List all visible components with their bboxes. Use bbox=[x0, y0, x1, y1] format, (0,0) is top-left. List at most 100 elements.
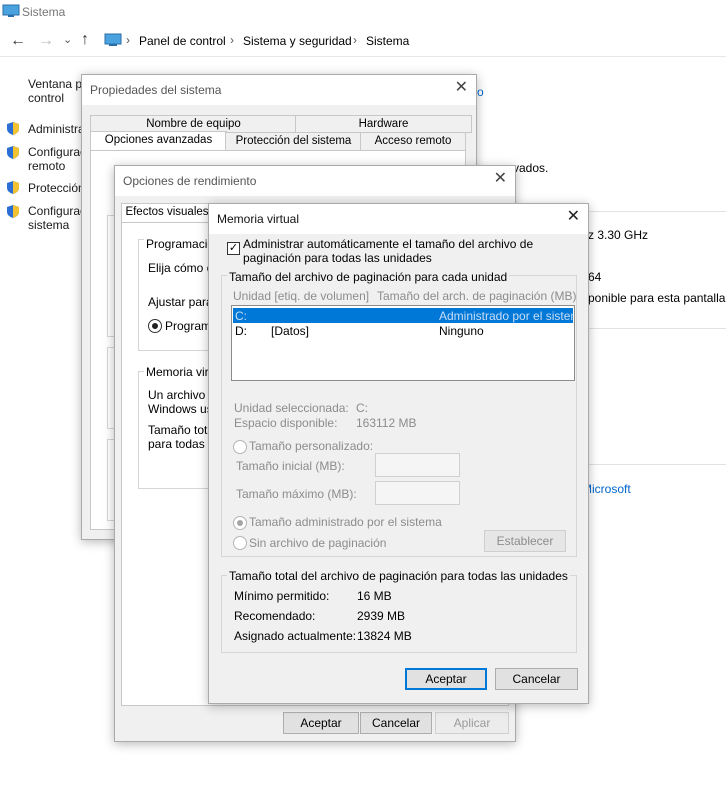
tab-hardware[interactable]: Hardware bbox=[295, 115, 472, 133]
max-size-input[interactable] bbox=[375, 481, 460, 505]
forward-arrow-icon[interactable]: → bbox=[38, 32, 54, 50]
shield-icon bbox=[7, 122, 19, 135]
tab-label: Nombre de equipo bbox=[146, 118, 241, 130]
system-managed-radio[interactable] bbox=[233, 516, 247, 530]
recommended-value: 2939 MB bbox=[357, 609, 406, 623]
shield-icon bbox=[7, 205, 19, 218]
processor-speed: z 3.30 GHz bbox=[588, 228, 649, 242]
dialog-title: Propiedades del sistema bbox=[90, 83, 222, 97]
adjust-for-label: Ajustar para bbox=[148, 295, 213, 309]
drive-paging-size: Administrado por el sistema bbox=[439, 309, 575, 323]
breadcrumb-item[interactable]: Panel de control bbox=[139, 34, 226, 48]
up-arrow-icon[interactable]: ↑ bbox=[81, 31, 89, 49]
initial-size-input[interactable] bbox=[375, 453, 460, 477]
sidebar-item-remote-settings[interactable]: remoto bbox=[28, 159, 65, 173]
currently-allocated-label: Asignado actualmente: bbox=[234, 629, 357, 643]
drive-letter: C: bbox=[235, 309, 247, 323]
tab-system-protection[interactable]: Protección del sistema bbox=[225, 132, 362, 151]
window-title: Sistema bbox=[22, 5, 66, 19]
tab-label: Opciones avanzadas bbox=[104, 134, 213, 146]
breadcrumb-separator-icon: › bbox=[126, 33, 130, 47]
user-profiles-group bbox=[107, 347, 114, 429]
drive-label: [Datos] bbox=[271, 324, 310, 338]
divider bbox=[588, 328, 726, 329]
close-icon[interactable]: ✕ bbox=[455, 80, 468, 96]
virtual-memory-total: Tamaño total bbox=[148, 423, 217, 437]
custom-size-radio[interactable] bbox=[233, 440, 247, 454]
virtual-memory-description: Windows us bbox=[148, 402, 213, 416]
virtual-memory-dialog: Memoria virtual ✕ ✓ Administrar automáti… bbox=[208, 203, 589, 704]
auto-manage-checkbox[interactable]: ✓ bbox=[227, 242, 240, 255]
available-space-value: 163112 MB bbox=[356, 416, 417, 430]
sidebar-item-system-protection[interactable]: Protección bbox=[28, 181, 85, 195]
programs-radio[interactable] bbox=[148, 319, 162, 333]
divider bbox=[0, 56, 726, 57]
drive-letter: D: bbox=[235, 324, 247, 338]
selected-drive-value: C: bbox=[356, 401, 368, 415]
dialog-titlebar: Propiedades del sistema ✕ bbox=[82, 75, 476, 105]
system-monitor-icon bbox=[2, 4, 20, 17]
cancel-button[interactable]: Cancelar bbox=[495, 668, 578, 690]
shield-icon bbox=[7, 181, 19, 194]
sidebar-item-device-manager[interactable]: Administra bbox=[28, 122, 85, 136]
chevron-down-icon[interactable]: ⌄ bbox=[63, 33, 72, 46]
tab-visual-effects[interactable]: Efectos visuales bbox=[121, 203, 213, 224]
dialog-titlebar: Memoria virtual ✕ bbox=[209, 204, 588, 234]
tab-label: Efectos visuales bbox=[125, 206, 209, 218]
breadcrumb-item[interactable]: Sistema y seguridad bbox=[243, 34, 352, 48]
breadcrumb-separator-icon: › bbox=[230, 33, 234, 47]
available-space-label: Espacio disponible: bbox=[234, 416, 338, 430]
total-paging-title: Tamaño total del archivo de paginación p… bbox=[227, 569, 570, 583]
breadcrumb-item[interactable]: Sistema bbox=[366, 34, 409, 48]
set-button[interactable]: Establecer bbox=[484, 530, 566, 552]
auto-manage-label: paginación para todas las unidades bbox=[243, 251, 432, 265]
close-icon[interactable]: ✕ bbox=[494, 171, 507, 187]
sidebar-item-advanced-settings[interactable]: sistema bbox=[28, 218, 69, 232]
divider bbox=[588, 464, 726, 465]
tab-label: Protección del sistema bbox=[235, 135, 352, 147]
list-item-selected[interactable]: C: Administrado por el sistema bbox=[233, 308, 575, 323]
drives-list[interactable]: C: Administrado por el sistema D: [Datos… bbox=[231, 305, 575, 381]
background-text: vados. bbox=[513, 161, 549, 175]
ok-button[interactable]: Aceptar bbox=[283, 712, 359, 734]
selected-drive-label: Unidad seleccionada: bbox=[234, 401, 349, 415]
radio-dot bbox=[152, 323, 158, 329]
scheduling-description: Elija cómo d bbox=[148, 261, 214, 275]
virtual-memory-total: para todas la bbox=[148, 437, 218, 451]
dialog-title: Opciones de rendimiento bbox=[123, 174, 257, 188]
ok-button[interactable]: Aceptar bbox=[405, 668, 487, 690]
back-arrow-icon[interactable]: ← bbox=[10, 32, 26, 50]
minimum-allowed-value: 16 MB bbox=[357, 589, 392, 603]
auto-manage-label: Administrar automáticamente el tamaño de… bbox=[243, 237, 534, 251]
tab-label: Acceso remoto bbox=[374, 135, 452, 147]
tab-advanced-options[interactable]: Opciones avanzadas bbox=[90, 131, 227, 152]
column-paging-size: Tamaño del arch. de paginación (MB) bbox=[377, 289, 577, 303]
control-panel-home-link[interactable]: control bbox=[28, 91, 64, 105]
apply-button[interactable]: Aplicar bbox=[435, 712, 509, 734]
close-icon[interactable]: ✕ bbox=[567, 209, 580, 225]
column-drive: Unidad [etiq. de volumen] bbox=[233, 289, 370, 303]
startup-recovery-group bbox=[107, 439, 114, 521]
scheduling-group-title: Programació bbox=[144, 237, 217, 251]
pen-touch-info: ponible para esta pantalla bbox=[588, 291, 726, 305]
address-bar: ← → ⌄ ↑ › Panel de control › Sistema y s… bbox=[0, 28, 726, 54]
shield-icon bbox=[7, 146, 19, 159]
control-panel-home-link[interactable]: Ventana pr bbox=[28, 77, 86, 91]
list-item[interactable]: D: [Datos] Ninguno bbox=[233, 324, 573, 339]
virtual-memory-group-title: Memoria virt bbox=[144, 365, 215, 379]
tab-label: Hardware bbox=[358, 118, 409, 130]
tab-remote-access[interactable]: Acceso remoto bbox=[360, 132, 466, 151]
background-link-fragment[interactable]: o bbox=[477, 85, 484, 99]
checkmark-icon: ✓ bbox=[228, 242, 239, 254]
sidebar-item-remote-settings[interactable]: Configurac bbox=[28, 145, 86, 159]
virtual-memory-description: Un archivo d bbox=[148, 388, 216, 402]
no-paging-radio[interactable] bbox=[233, 536, 247, 550]
control-panel-icon bbox=[104, 33, 122, 46]
system-managed-label: Tamaño administrado por el sistema bbox=[249, 515, 442, 529]
custom-size-label: Tamaño personalizado: bbox=[249, 439, 374, 453]
microsoft-link[interactable]: Microsoft bbox=[582, 482, 631, 496]
max-size-label: Tamaño máximo (MB): bbox=[236, 487, 357, 501]
cancel-button[interactable]: Cancelar bbox=[360, 712, 432, 734]
sidebar-item-advanced-settings[interactable]: Configurac bbox=[28, 204, 86, 218]
performance-group bbox=[107, 215, 114, 337]
